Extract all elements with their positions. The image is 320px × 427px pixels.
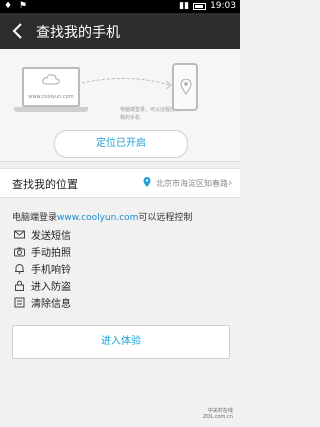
status-right: ▮▮ 19:03 (179, 1, 236, 11)
camera-icon (14, 247, 25, 256)
status-bar: ♦ ⚑ ▮▮ 19:03 (0, 0, 240, 13)
feature-item: 发送短信 (14, 226, 214, 242)
feature-label: 清除信息 (31, 298, 71, 310)
feature-label: 手动拍照 (31, 247, 71, 259)
feature-item: 手机响铃 (14, 260, 214, 276)
location-pin-icon (143, 177, 151, 187)
location-pin-icon (180, 79, 192, 95)
feature-item: 手动拍照 (14, 243, 214, 259)
intro-prefix: 电脑端登录 (12, 213, 58, 223)
envelope-icon (14, 230, 25, 238)
bell-icon (15, 263, 24, 274)
feature-item: 清除信息 (14, 294, 214, 310)
app-bar: 查找我的手机 (0, 13, 240, 49)
intro-text: 电脑端登录www.coolyun.com可以远程控制 (12, 210, 192, 223)
laptop-base (14, 107, 88, 112)
location-value: 北京市海淀区知春路1… (156, 179, 228, 188)
watermark-line2: ZOL.com.cn (203, 414, 233, 420)
cloud-icon (42, 74, 60, 85)
try-experience-button[interactable]: 进入体验 (12, 325, 230, 359)
chevron-right-icon: › (228, 176, 233, 189)
lock-icon (15, 280, 24, 291)
trash-icon (14, 297, 25, 307)
back-arrow-icon[interactable] (8, 21, 28, 41)
coolyun-link[interactable]: www.coolyun.com (57, 213, 138, 223)
locate-button[interactable]: 定位已开启 (54, 130, 188, 158)
feature-item: 进入防盗 (14, 277, 214, 293)
hero-url: www.coolyun.com (28, 94, 74, 100)
hero-illustration: www.coolyun.com 电脑端登录，可以远程控制我的手机 定位已开启 (0, 49, 240, 162)
feature-label: 手机响铃 (31, 264, 71, 276)
status-left-icons: ♦ ⚑ (4, 1, 29, 11)
location-row[interactable]: 查找我的位置 北京市海淀区知春路1… › (0, 168, 240, 198)
feature-label: 发送短信 (31, 230, 71, 242)
watermark: 中关村在线 ZOL.com.cn (203, 408, 233, 420)
page-title: 查找我的手机 (36, 25, 120, 41)
hero-note: 电脑端登录，可以远程控制我的手机 (120, 107, 181, 121)
feature-list: 发送短信 手动拍照 手机响铃 进入防盗 清除信息 (14, 226, 214, 311)
feature-label: 进入防盗 (31, 281, 71, 293)
battery-icon (193, 2, 207, 10)
location-label: 查找我的位置 (12, 178, 78, 191)
status-time: 19:03 (210, 1, 236, 11)
intro-suffix: 可以远程控制 (138, 213, 193, 223)
signal-icon: ▮▮ (179, 1, 190, 11)
